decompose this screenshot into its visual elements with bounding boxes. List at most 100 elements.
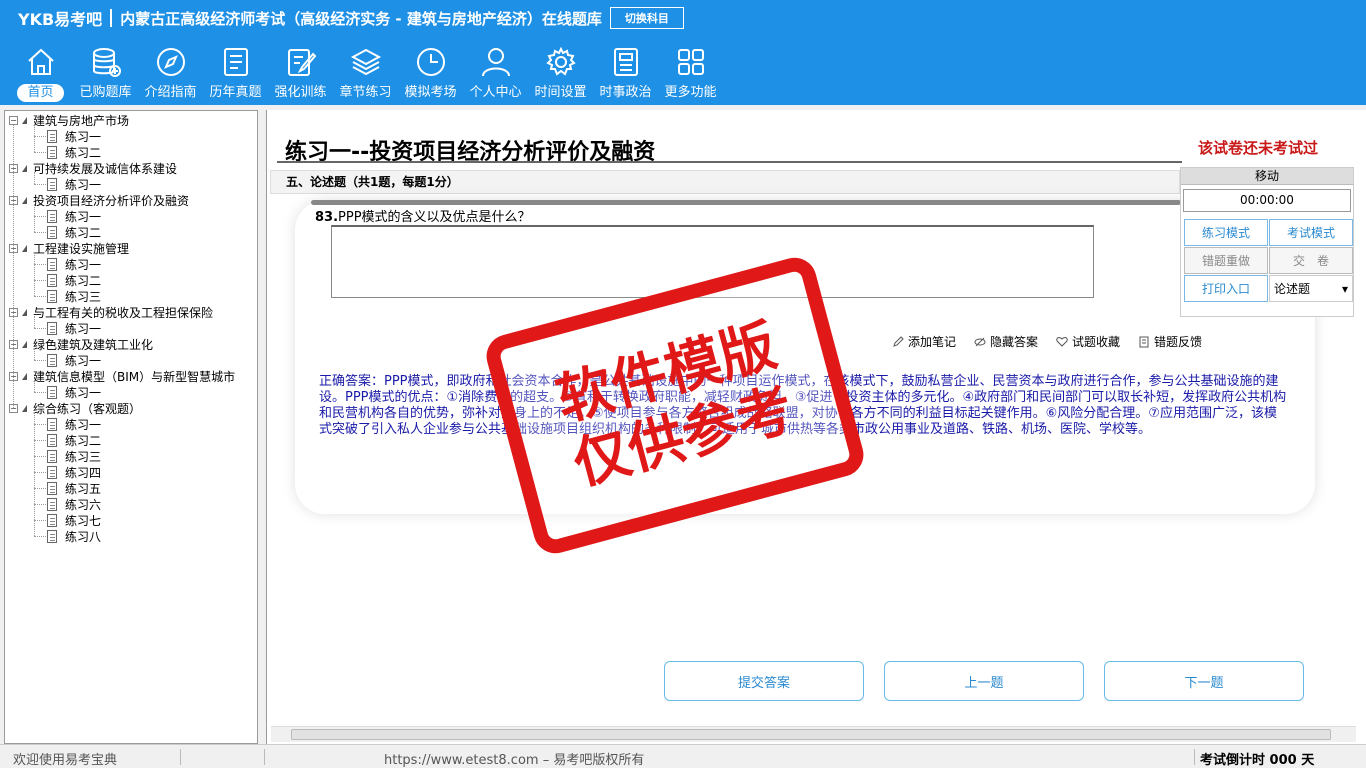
folder-icon xyxy=(22,116,27,124)
nav-purchased-banks[interactable]: 已购题库 xyxy=(73,46,138,102)
next-question-button[interactable]: 下一题 xyxy=(1104,661,1304,701)
horizontal-scrollbar[interactable] xyxy=(271,726,1356,742)
copyright-text: https://www.etest8.com – 易考吧版权所有 xyxy=(384,753,645,768)
tree-item[interactable]: 练习一 xyxy=(47,416,101,432)
tree-item[interactable]: 练习二 xyxy=(47,224,101,240)
tree-item[interactable]: 练习一 xyxy=(47,208,101,224)
nav-label: 章节练习 xyxy=(339,85,392,100)
exam-mode-button[interactable]: 考试模式 xyxy=(1269,219,1353,246)
question-tools: 添加笔记 隐藏答案 试题收藏 错题反馈 xyxy=(892,333,1202,350)
tree-item[interactable]: 练习五 xyxy=(47,480,101,496)
question-type-select[interactable]: 论述题 ▾ xyxy=(1269,275,1353,302)
exam-countdown: 考试倒计时 000 天 xyxy=(1200,753,1315,768)
tree-connector xyxy=(34,412,35,536)
brand-logo: YKB易考吧 xyxy=(18,10,103,29)
nav-home[interactable]: 首页 xyxy=(8,46,73,102)
nav-label: 首页 xyxy=(17,84,64,102)
tree-connector xyxy=(34,184,46,185)
redo-wrong-button[interactable]: 错题重做 xyxy=(1184,247,1268,274)
nav-time-settings[interactable]: 时间设置 xyxy=(528,46,593,102)
tree-item-label: 练习二 xyxy=(65,433,102,448)
panel-drag-handle[interactable]: 移动 xyxy=(1181,168,1353,185)
hand-in-button[interactable]: 交 卷 xyxy=(1269,247,1353,274)
document-icon xyxy=(47,529,57,543)
tree-connector xyxy=(13,125,14,408)
tree-group-label: 建筑与房地产市场 xyxy=(33,113,130,128)
tree-item[interactable]: 练习一 xyxy=(47,256,101,272)
nav-intensive[interactable]: 强化训练 xyxy=(268,46,333,102)
tree-item[interactable]: 练习一 xyxy=(47,176,101,192)
nav-past-exams[interactable]: 历年真题 xyxy=(203,46,268,102)
nav-label: 历年真题 xyxy=(209,85,262,100)
question-stem: PPP模式的含义以及优点是什么？ xyxy=(338,210,531,225)
tree-item[interactable]: 练习二 xyxy=(47,432,101,448)
tree-item[interactable]: 练习二 xyxy=(47,144,101,160)
exam-timer: 00:00:00 xyxy=(1183,189,1351,212)
tree-item[interactable]: 练习七 xyxy=(47,512,101,528)
previous-question-button[interactable]: 上一题 xyxy=(884,661,1084,701)
tree-connector xyxy=(34,520,46,521)
tree-group-label: 可持续发展及诚信体系建设 xyxy=(33,161,178,176)
status-divider xyxy=(180,749,181,765)
pencil-icon xyxy=(893,335,904,347)
tree-connector xyxy=(34,252,35,296)
tree-item[interactable]: 练习三 xyxy=(47,288,101,304)
tree-item-label: 练习一 xyxy=(65,321,102,336)
practice-mode-button[interactable]: 练习模式 xyxy=(1184,219,1268,246)
tree-item-label: 练习四 xyxy=(65,465,102,480)
tree-connector xyxy=(34,504,46,505)
tree-group[interactable]: − 建筑与房地产市场 xyxy=(9,112,129,128)
tree-item[interactable]: 练习一 xyxy=(47,352,101,368)
compass-icon xyxy=(156,48,185,76)
print-entry-button[interactable]: 打印入口 xyxy=(1184,275,1268,302)
edit-icon xyxy=(287,49,316,76)
nav-label: 更多功能 xyxy=(664,85,717,100)
question-type-value: 论述题 xyxy=(1274,282,1311,296)
tree-connector xyxy=(34,232,46,233)
tree-group[interactable]: − 绿色建筑及建筑工业化 xyxy=(9,336,153,352)
tree-item[interactable]: 练习二 xyxy=(47,272,101,288)
tree-connector xyxy=(34,392,46,393)
tree-item[interactable]: 练习三 xyxy=(47,448,101,464)
tree-connector xyxy=(34,440,46,441)
status-divider xyxy=(264,749,265,765)
tree-connector xyxy=(34,380,35,392)
tree-item[interactable]: 练习一 xyxy=(47,128,101,144)
tree-item-label: 练习二 xyxy=(65,225,102,240)
switch-subject-button[interactable]: 切换科目 xyxy=(609,7,684,29)
tree-group[interactable]: − 投资项目经济分析评价及融资 xyxy=(9,192,189,208)
hide-answer-button[interactable]: 隐藏答案 xyxy=(974,333,1038,350)
nav-personal-center[interactable]: 个人中心 xyxy=(463,46,528,102)
add-note-button[interactable]: 添加笔记 xyxy=(892,333,956,350)
document-icon xyxy=(47,417,57,431)
nav-chapter-practice[interactable]: 章节练习 xyxy=(333,46,398,102)
nav-current-affairs[interactable]: 时事政治 xyxy=(593,46,658,102)
document-icon xyxy=(47,449,57,463)
scrollbar-thumb[interactable] xyxy=(291,729,1331,740)
tree-group[interactable]: − 综合练习（客观题） xyxy=(9,400,141,416)
document-icon xyxy=(47,177,57,191)
favorite-label: 试题收藏 xyxy=(1072,335,1121,349)
tree-item-label: 练习一 xyxy=(65,417,102,432)
favorite-button[interactable]: 试题收藏 xyxy=(1056,333,1120,350)
report-error-button[interactable]: 错题反馈 xyxy=(1138,333,1202,350)
tree-group[interactable]: − 建筑信息模型（BIM）与新型智慧城市 xyxy=(9,368,235,384)
gear-icon xyxy=(545,46,576,76)
navigation-buttons: 提交答案 上一题 下一题 xyxy=(664,661,1304,701)
tree-group[interactable]: − 与工程有关的税收及工程担保保险 xyxy=(9,304,213,320)
tree-item[interactable]: 练习一 xyxy=(47,320,101,336)
tree-item[interactable]: 练习六 xyxy=(47,496,101,512)
tree-item-label: 练习五 xyxy=(65,481,102,496)
tree-connector xyxy=(34,152,46,153)
nav-mock-exam[interactable]: 模拟考场 xyxy=(398,46,463,102)
tree-item[interactable]: 练习四 xyxy=(47,464,101,480)
nav-more-features[interactable]: 更多功能 xyxy=(658,46,723,102)
nav-guide[interactable]: 介绍指南 xyxy=(138,46,203,102)
tree-item[interactable]: 练习一 xyxy=(47,384,101,400)
tree-connector xyxy=(34,296,46,297)
tree-group[interactable]: − 工程建设实施管理 xyxy=(9,240,129,256)
tree-item[interactable]: 练习八 xyxy=(47,528,101,544)
collapse-toggle-icon[interactable]: − xyxy=(9,115,18,125)
submit-answer-button[interactable]: 提交答案 xyxy=(664,661,864,701)
nav-label: 时事政治 xyxy=(599,85,652,100)
